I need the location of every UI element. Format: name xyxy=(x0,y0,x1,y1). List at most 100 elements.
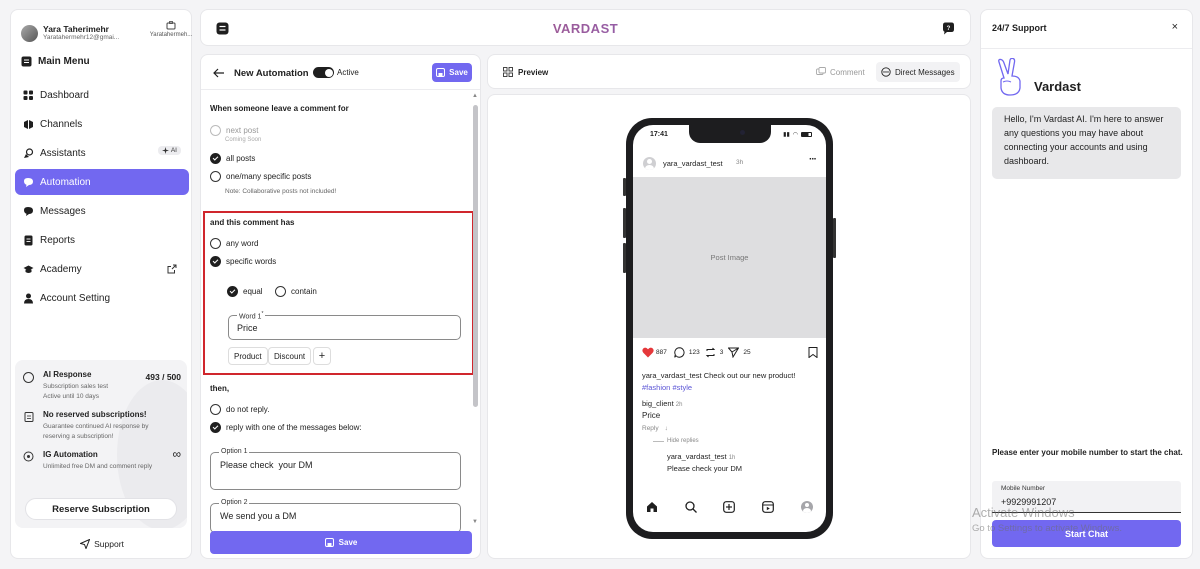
preview-area: 17:41 ▮▮ ◠ yara_vardast_test 3h ··· Post… xyxy=(487,94,971,559)
comment-text: Price xyxy=(642,411,661,420)
sidebar-item-academy[interactable]: Academy xyxy=(15,256,189,282)
option1-field[interactable]: Option 1 Please check your DM xyxy=(210,448,461,490)
active-toggle[interactable] xyxy=(313,67,334,78)
radio-all-posts[interactable]: all posts xyxy=(210,153,255,164)
hide-replies-link[interactable]: Hide replies xyxy=(653,438,699,444)
repost-icon[interactable] xyxy=(705,347,716,358)
search-icon[interactable] xyxy=(685,501,697,513)
comment-has-title: and this comment has xyxy=(210,218,295,227)
trigger-title: When someone leave a comment for xyxy=(210,104,349,113)
option2-field[interactable]: Option 2 We send you a DM xyxy=(210,499,461,533)
word-label: Word 1* xyxy=(237,311,266,321)
keyword-chip-product[interactable]: Product xyxy=(228,347,268,365)
reply-user[interactable]: yara_vardast_test 1h xyxy=(667,452,735,461)
dm-icon xyxy=(881,67,891,77)
bot-message: Hello, I'm Vardast AI. I'm here to answe… xyxy=(992,107,1181,179)
grid-icon xyxy=(503,67,513,77)
sidebar-item-channels[interactable]: Channels xyxy=(15,111,189,137)
support-panel: 24/7 Support × Vardast Hello, I'm Vardas… xyxy=(980,9,1193,559)
bookmark-icon[interactable] xyxy=(808,347,818,358)
tab-comment[interactable]: Comment xyxy=(816,67,865,77)
reels-icon[interactable] xyxy=(762,501,774,513)
radio-contain[interactable]: contain xyxy=(275,286,317,297)
ai-response-icon xyxy=(23,372,34,383)
support-brand: Vardast xyxy=(1034,79,1081,94)
comment-user[interactable]: big_client 2h xyxy=(642,399,682,408)
top-header: VARDAST ? xyxy=(200,9,971,46)
start-chat-button[interactable]: Start Chat xyxy=(992,520,1181,547)
scrollbar-thumb[interactable] xyxy=(473,105,478,407)
clipboard-icon xyxy=(24,412,34,422)
sidebar-item-automation[interactable]: Automation xyxy=(15,169,189,195)
account-icon xyxy=(24,293,33,303)
external-link-icon[interactable] xyxy=(167,264,177,274)
option1-value: Please check your DM xyxy=(220,460,313,470)
option2-value: We send you a DM xyxy=(220,511,297,521)
user-card[interactable]: Yara Taherimehr Yaratahermehr12@gmai... … xyxy=(21,18,192,48)
radio-any-word[interactable]: any word xyxy=(210,238,258,249)
reply-text: Please check your DM xyxy=(667,464,743,473)
reposts-count: 3 xyxy=(719,349,724,356)
chat-bubble-icon[interactable]: ? xyxy=(942,22,955,35)
mobile-value: +9929991207 xyxy=(1001,497,1057,507)
automation-ring-icon xyxy=(23,451,34,462)
keyword-chip-discount[interactable]: Discount xyxy=(268,347,312,365)
radio-specific-words[interactable]: specific words xyxy=(210,256,276,267)
sidebar-item-messages[interactable]: Messages xyxy=(15,198,189,224)
sidebar-item-dashboard[interactable]: Dashboard xyxy=(15,82,189,108)
phone-mockup: 17:41 ▮▮ ◠ yara_vardast_test 3h ··· Post… xyxy=(623,118,836,539)
home-icon[interactable] xyxy=(646,501,658,513)
sidebar-item-reports[interactable]: Reports xyxy=(15,227,189,253)
user-email: Yaratahermehr12@gmai... xyxy=(43,34,120,42)
back-arrow-icon[interactable] xyxy=(213,68,225,78)
word-input-field[interactable]: Word 1* Price xyxy=(228,311,461,340)
profile-icon[interactable] xyxy=(800,501,813,513)
close-icon[interactable]: × xyxy=(1172,21,1178,33)
phone-screen: 17:41 ▮▮ ◠ yara_vardast_test 3h ··· Post… xyxy=(633,125,826,532)
sparkle-icon xyxy=(161,147,169,154)
tab-direct-messages[interactable]: Direct Messages xyxy=(876,62,960,82)
support-title: 24/7 Support xyxy=(992,23,1047,33)
post-actions: 887 123 3 25 xyxy=(642,347,818,358)
radio-equal[interactable]: equal xyxy=(227,286,263,297)
academy-icon xyxy=(23,265,34,273)
automation-title: New Automation xyxy=(234,68,309,79)
more-icon[interactable]: ··· xyxy=(809,154,817,165)
add-keyword-button[interactable]: + xyxy=(313,347,331,365)
radio-no-reply[interactable]: do not reply. xyxy=(210,404,269,415)
scrollbar[interactable]: ▲ ▼ xyxy=(471,93,479,525)
save-icon xyxy=(436,68,446,77)
subscription-card: AI Response 493 / 500 Subscription sales… xyxy=(15,360,187,528)
add-post-icon[interactable] xyxy=(723,501,736,513)
radio-reply-messages[interactable]: reply with one of the messages below: xyxy=(210,422,362,433)
reserve-subscription-button[interactable]: Reserve Subscription xyxy=(25,498,177,520)
reply-link[interactable]: Reply ↓ xyxy=(642,425,668,432)
workspace[interactable]: Yaratahermeh... xyxy=(143,20,199,38)
sidebar-item-assistants[interactable]: Assistants AI xyxy=(15,140,189,166)
collab-note: Note: Collaborative posts not included! xyxy=(225,188,337,195)
dashboard-icon xyxy=(23,90,33,100)
post-avatar[interactable] xyxy=(643,157,656,170)
sidebar-item-account-setting[interactable]: Account Setting xyxy=(15,285,189,311)
briefcase-icon xyxy=(166,21,176,30)
post-age: 3h xyxy=(736,159,744,166)
battery-icon xyxy=(801,132,812,137)
radio-specific-posts[interactable]: one/many specific posts xyxy=(210,171,311,182)
post-username[interactable]: yara_vardast_test xyxy=(663,159,723,168)
brand-logo: VARDAST xyxy=(201,21,970,36)
user-name: Yara Taherimehr xyxy=(43,23,109,34)
signal-icon: ▮▮ xyxy=(783,132,790,138)
likes-count: 887 xyxy=(656,349,667,356)
share-icon[interactable] xyxy=(728,347,740,358)
support-link[interactable]: Support xyxy=(11,539,193,549)
mobile-input[interactable]: Mobile Number +9929991207 xyxy=(992,481,1181,513)
save-button[interactable]: Save xyxy=(432,63,472,82)
ai-badge: AI xyxy=(157,146,181,155)
comments-count: 123 xyxy=(688,349,700,356)
radio-next-post[interactable]: next post xyxy=(210,125,258,136)
bottom-save-button[interactable]: Save xyxy=(210,531,472,554)
heart-icon[interactable] xyxy=(642,347,654,358)
channels-icon xyxy=(24,119,33,129)
comment-bubble-icon[interactable] xyxy=(674,347,685,358)
preview-header: Preview Comment Direct Messages xyxy=(487,54,971,89)
